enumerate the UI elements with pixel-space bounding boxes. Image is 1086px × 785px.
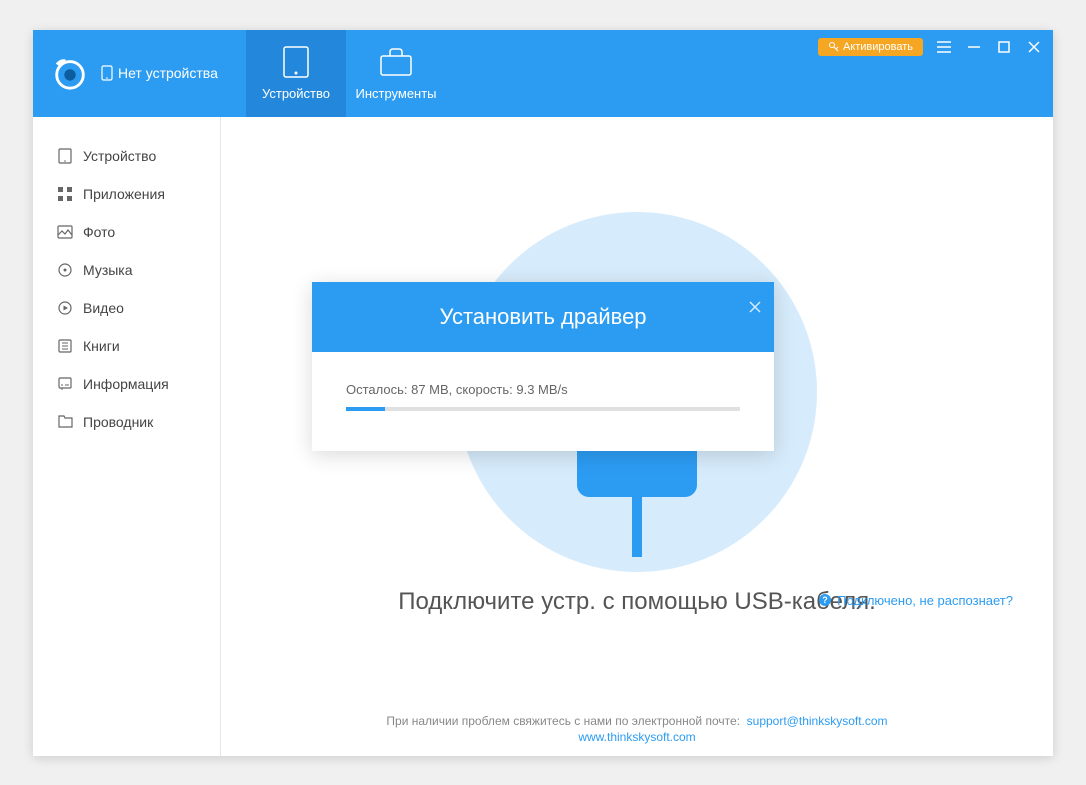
sidebar-item-label: Фото (83, 224, 115, 240)
help-icon: ? (818, 593, 832, 607)
logo-section: Нет устройства (33, 30, 246, 117)
toolbox-icon (380, 46, 412, 78)
video-icon (57, 300, 73, 316)
info-icon (57, 376, 73, 392)
close-icon (748, 300, 762, 314)
sidebar-item-music[interactable]: Музыка (33, 251, 220, 289)
sidebar-item-video[interactable]: Видео (33, 289, 220, 327)
apps-icon (57, 186, 73, 202)
website-row: www.thinkskysoft.com (221, 728, 1053, 746)
sidebar-item-photo[interactable]: Фото (33, 213, 220, 251)
support-email-link[interactable]: support@thinkskysoft.com (747, 714, 888, 728)
titlebar: Нет устройства Устройство Инструменты Ак… (33, 30, 1053, 117)
window-controls: Активировать (818, 38, 1043, 56)
sidebar-item-explorer[interactable]: Проводник (33, 403, 220, 441)
key-icon (828, 41, 839, 52)
sidebar-item-label: Книги (83, 338, 120, 354)
tab-device-label: Устройство (262, 86, 330, 101)
books-icon (57, 338, 73, 354)
modal-body: Осталось: 87 МВ, скорость: 9.3 MB/s (312, 352, 774, 451)
sidebar-item-info[interactable]: Информация (33, 365, 220, 403)
support-text: При наличии проблем свяжитесь с нами по … (221, 714, 1053, 728)
sidebar-item-apps[interactable]: Приложения (33, 175, 220, 213)
svg-text:?: ? (822, 595, 828, 605)
help-link[interactable]: ? Подключено, не распознает? (818, 593, 1013, 608)
tablet-icon (280, 46, 312, 78)
install-driver-modal: Установить драйвер Осталось: 87 МВ, скор… (312, 282, 774, 451)
sidebar-item-label: Музыка (83, 262, 133, 278)
tab-tools[interactable]: Инструменты (346, 30, 446, 117)
close-button[interactable] (1025, 38, 1043, 56)
modal-header: Установить драйвер (312, 282, 774, 352)
sidebar-item-label: Приложения (83, 186, 165, 202)
sidebar-item-label: Устройство (83, 148, 156, 164)
close-icon (1028, 41, 1040, 53)
device-icon (57, 148, 73, 164)
sidebar: Устройство Приложения Фото Музыка Видео … (33, 117, 221, 756)
app-window: Нет устройства Устройство Инструменты Ак… (33, 30, 1053, 756)
progress-label: Осталось: 87 МВ, скорость: 9.3 MB/s (346, 382, 740, 397)
photo-icon (57, 224, 73, 240)
progress-bar (346, 407, 740, 411)
sidebar-item-label: Информация (83, 376, 169, 392)
device-status-label: Нет устройства (101, 65, 218, 81)
maximize-button[interactable] (995, 38, 1013, 56)
tab-device[interactable]: Устройство (246, 30, 346, 117)
app-logo-icon (51, 54, 89, 92)
sidebar-item-label: Проводник (83, 414, 153, 430)
sidebar-item-books[interactable]: Книги (33, 327, 220, 365)
hamburger-icon (937, 41, 951, 53)
phone-icon (101, 65, 113, 81)
website-link[interactable]: www.thinkskysoft.com (578, 730, 695, 744)
sidebar-item-label: Видео (83, 300, 124, 316)
progress-fill (346, 407, 385, 411)
modal-title: Установить драйвер (439, 304, 646, 329)
menu-button[interactable] (935, 38, 953, 56)
top-tabs: Устройство Инструменты (246, 30, 446, 117)
folder-icon (57, 414, 73, 430)
sidebar-item-device[interactable]: Устройство (33, 137, 220, 175)
minimize-icon (968, 41, 980, 53)
modal-close-button[interactable] (748, 294, 762, 320)
tab-tools-label: Инструменты (355, 86, 436, 101)
activate-button[interactable]: Активировать (818, 38, 923, 56)
maximize-icon (998, 41, 1010, 53)
music-icon (57, 262, 73, 278)
minimize-button[interactable] (965, 38, 983, 56)
